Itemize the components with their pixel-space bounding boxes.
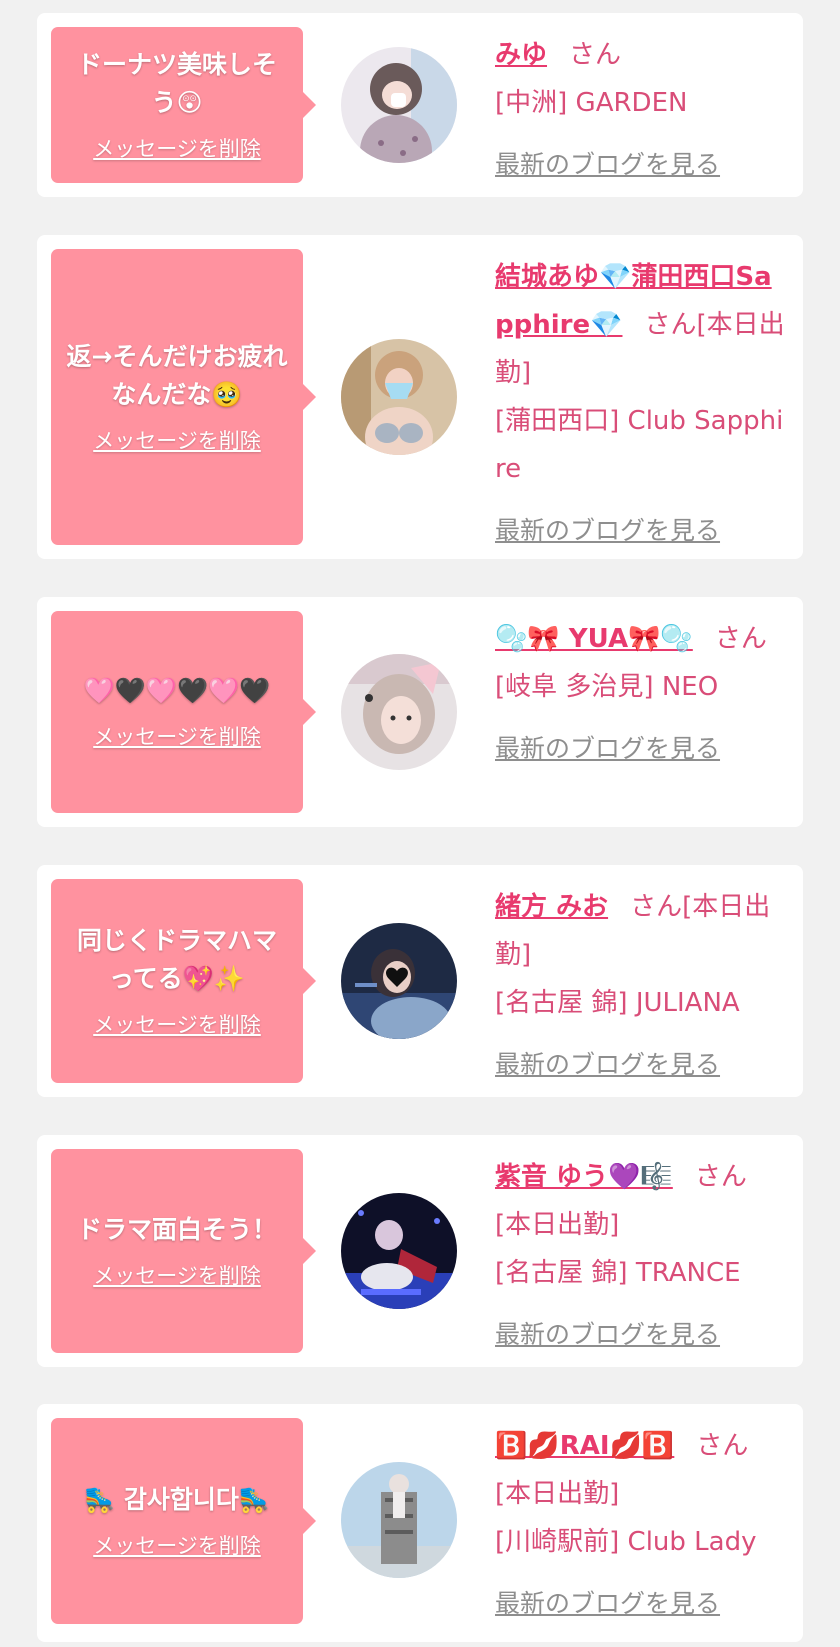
latest-blog-link[interactable]: 最新のブログを見る: [495, 141, 785, 189]
message-text: ドーナツ美味しそう😲: [76, 50, 277, 117]
avatar[interactable]: [341, 47, 457, 163]
latest-blog-link[interactable]: 最新のブログを見る: [495, 507, 785, 555]
shop-name: [中洲] GARDEN: [495, 88, 688, 118]
message-bubble: ドラマ面白そう！ メッセージを削除: [51, 1149, 316, 1353]
girl-name-link[interactable]: 紫音 ゆう💜🎼: [495, 1162, 673, 1192]
girl-info: 結城あゆ💎蒲田西口Sapphire💎 さん[本日出勤] [蒲田西口] Club S…: [495, 253, 785, 555]
avatar[interactable]: [341, 1193, 457, 1309]
honorific: さん: [694, 1162, 747, 1192]
girl-info: みゆ さん [中洲] GARDEN 最新のブログを見る: [495, 31, 785, 189]
latest-blog-link[interactable]: 最新のブログを見る: [495, 1580, 785, 1628]
name-line: 🫧🎀 YUA🎀🫧 さん: [495, 615, 785, 663]
delete-message-link[interactable]: メッセージを削除: [93, 426, 261, 456]
message-text: 返→そんだけお疲れなんだな🥹: [66, 342, 288, 409]
message-list: ドーナツ美味しそう😲 メッセージを削除 みゆ さん [中洲] GARDEN 最新の…: [0, 0, 840, 1647]
avatar-photo-icon: [341, 923, 457, 1039]
message-bubble: 🩷🖤🩷🖤🩷🖤 メッセージを削除: [51, 611, 316, 813]
message-bubble: 返→そんだけお疲れなんだな🥹 メッセージを削除: [51, 249, 316, 545]
shop-name: [名古屋 錦] JULIANA: [495, 988, 740, 1018]
latest-blog-link[interactable]: 最新のブログを見る: [495, 1311, 785, 1359]
avatar-photo-icon: [341, 1193, 457, 1309]
shop-name: [岐阜 多治見] NEO: [495, 672, 719, 702]
message-card: ドラマ面白そう！ メッセージを削除 紫音 ゆう💜🎼 さん [本日出勤] [名古屋 …: [37, 1135, 803, 1367]
message-text: 同じくドラマハマってる💖✨: [76, 926, 277, 993]
message-text: ドラマ面白そう！: [76, 1215, 277, 1244]
avatar-photo-icon: [341, 654, 457, 770]
honorific: さん: [644, 310, 697, 340]
message-card: ドーナツ美味しそう😲 メッセージを削除 みゆ さん [中洲] GARDEN 最新の…: [37, 13, 803, 197]
honorific: さん: [714, 624, 767, 654]
latest-blog-link[interactable]: 最新のブログを見る: [495, 1041, 785, 1089]
attendance-status: [本日出勤]: [495, 1210, 620, 1240]
girl-name-link[interactable]: 🅱️💋RAI💋🅱️: [495, 1431, 674, 1461]
message-text: 🛼 감사합니다🛼: [84, 1485, 270, 1514]
delete-message-link[interactable]: メッセージを削除: [93, 134, 261, 164]
avatar-photo-icon: [341, 1462, 457, 1578]
name-line: 🅱️💋RAI💋🅱️ さん: [495, 1422, 785, 1470]
honorific: さん: [630, 892, 683, 922]
name-line: 紫音 ゆう💜🎼 さん: [495, 1153, 785, 1201]
name-line: 緒方 みお さん[本日出勤]: [495, 883, 785, 979]
shop-name: [名古屋 錦] TRANCE: [495, 1258, 741, 1288]
girl-info: 🅱️💋RAI💋🅱️ さん [本日出勤] [川崎駅前] Club Lady 最新のブ…: [495, 1422, 785, 1628]
girl-info: 🫧🎀 YUA🎀🫧 さん [岐阜 多治見] NEO 最新のブログを見る: [495, 615, 785, 773]
girl-name-link[interactable]: 🫧🎀 YUA🎀🫧: [495, 624, 693, 654]
message-bubble: 🛼 감사합니다🛼 メッセージを削除: [51, 1418, 316, 1624]
girl-name-link[interactable]: みゆ: [495, 40, 547, 70]
honorific: さん: [569, 40, 622, 70]
honorific: さん: [696, 1431, 749, 1461]
message-bubble: 同じくドラマハマってる💖✨ メッセージを削除: [51, 879, 316, 1083]
delete-message-link[interactable]: メッセージを削除: [93, 1010, 261, 1040]
avatar-photo-icon: [341, 339, 457, 455]
message-card: 同じくドラマハマってる💖✨ メッセージを削除 緒方 みお さん[本日出勤] [名古…: [37, 865, 803, 1097]
message-card: 🩷🖤🩷🖤🩷🖤 メッセージを削除 🫧🎀 YUA🎀🫧 さん [岐阜 多治見] NEO …: [37, 597, 803, 827]
avatar-photo-icon: [341, 47, 457, 163]
avatar[interactable]: [341, 1462, 457, 1578]
avatar[interactable]: [341, 339, 457, 455]
attendance-status: [本日出勤]: [495, 1479, 620, 1509]
girl-info: 緒方 みお さん[本日出勤] [名古屋 錦] JULIANA 最新のブログを見る: [495, 883, 785, 1089]
delete-message-link[interactable]: メッセージを削除: [93, 1261, 261, 1291]
girl-name-link[interactable]: 緒方 みお: [495, 892, 608, 922]
message-text: 🩷🖤🩷🖤🩷🖤: [83, 676, 271, 705]
delete-message-link[interactable]: メッセージを削除: [93, 1531, 261, 1561]
message-card: 🛼 감사합니다🛼 メッセージを削除 🅱️💋RAI💋🅱️ さん [本日出勤] [川崎…: [37, 1404, 803, 1642]
latest-blog-link[interactable]: 最新のブログを見る: [495, 725, 785, 773]
avatar[interactable]: [341, 654, 457, 770]
message-card: 返→そんだけお疲れなんだな🥹 メッセージを削除 結城あゆ💎蒲田西口Sapphir…: [37, 235, 803, 559]
avatar[interactable]: [341, 923, 457, 1039]
message-bubble: ドーナツ美味しそう😲 メッセージを削除: [51, 27, 316, 183]
girl-info: 紫音 ゆう💜🎼 さん [本日出勤] [名古屋 錦] TRANCE 最新のブログを見…: [495, 1153, 785, 1359]
shop-name: [蒲田西口] Club Sapphire: [495, 406, 784, 484]
name-line: みゆ さん: [495, 31, 785, 79]
name-line: 結城あゆ💎蒲田西口Sapphire💎 さん[本日出勤]: [495, 253, 785, 397]
delete-message-link[interactable]: メッセージを削除: [93, 722, 261, 752]
shop-name: [川崎駅前] Club Lady: [495, 1527, 757, 1557]
